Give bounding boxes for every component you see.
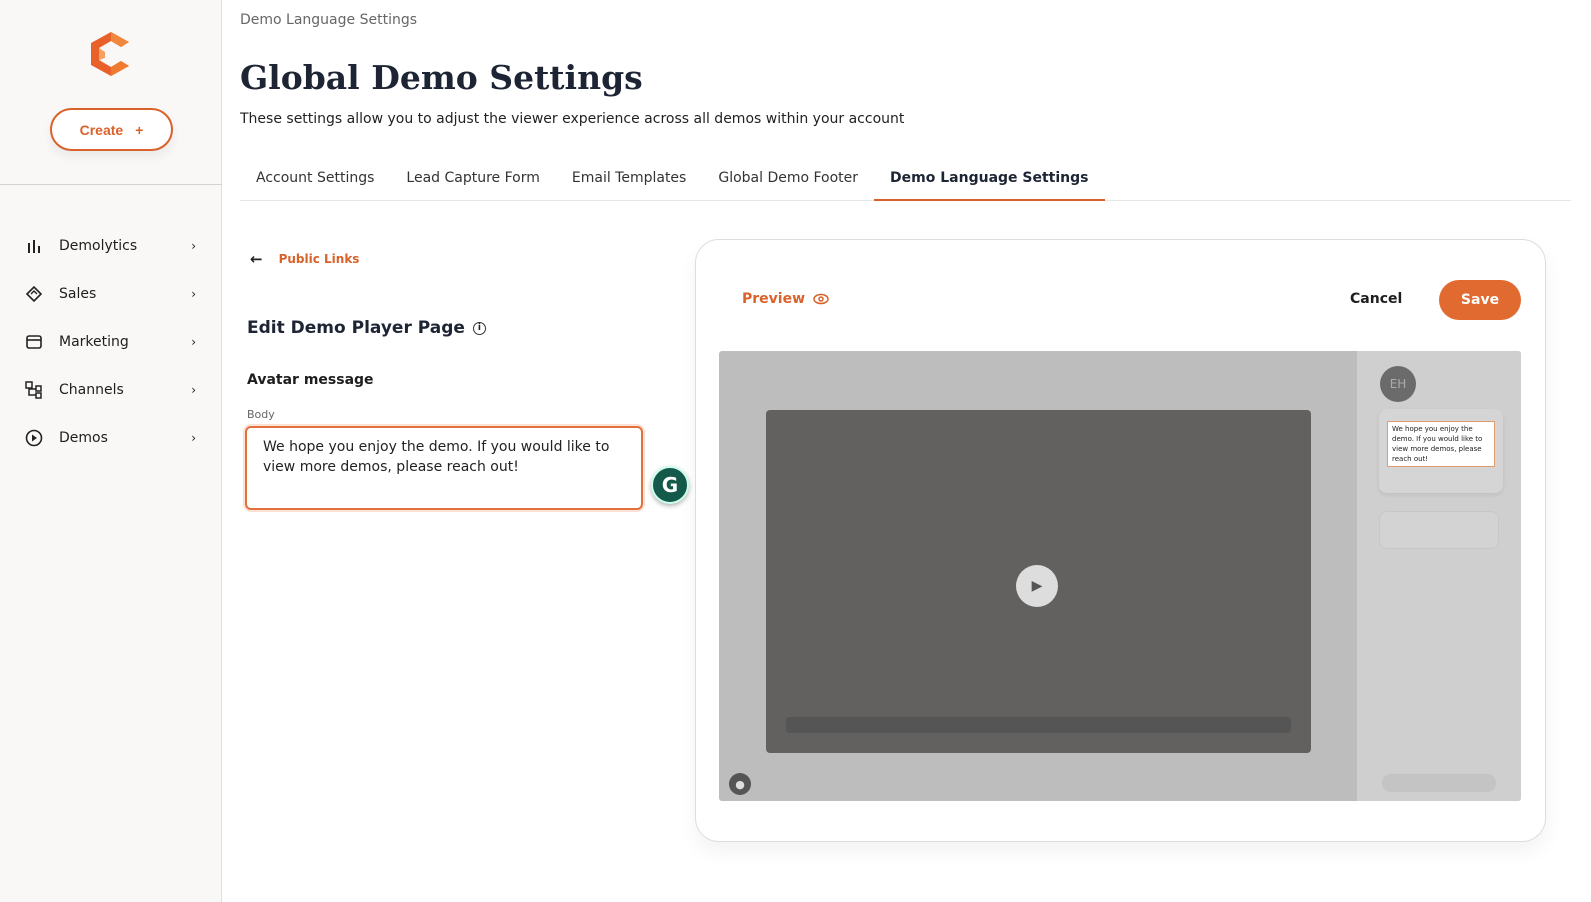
message-bubble: We hope you enjoy the demo. If you would… [1379, 409, 1503, 493]
chevron-right-icon: › [191, 431, 196, 445]
body-label: Body [247, 408, 275, 421]
preview-toggle[interactable]: Preview [742, 291, 829, 307]
avatar-panel: EH We hope you enjoy the demo. If you wo… [1357, 351, 1521, 801]
avatar-message-preview: We hope you enjoy the demo. If you would… [1387, 421, 1495, 467]
back-link[interactable]: ← Public Links [250, 250, 359, 268]
sidebar-item-demolytics[interactable]: Demolytics › [0, 222, 222, 270]
tab-email-templates[interactable]: Email Templates [556, 160, 702, 201]
sidebar-item-demos[interactable]: Demos › [0, 414, 222, 462]
create-button[interactable]: Create + [50, 108, 173, 151]
arrow-left-icon: ← [250, 250, 263, 268]
demo-player-preview: ▶ EH We hope you enjoy the demo. If you … [719, 351, 1521, 801]
sidebar-item-sales[interactable]: Sales › [0, 270, 222, 318]
tab-demo-language-settings[interactable]: Demo Language Settings [874, 160, 1105, 201]
sidebar-item-channels[interactable]: Channels › [0, 366, 222, 414]
eye-icon [813, 293, 829, 305]
info-icon[interactable]: i [472, 321, 486, 335]
video-controls [786, 717, 1291, 733]
chevron-right-icon: › [191, 383, 196, 397]
avatar-message-heading: Avatar message [247, 372, 374, 388]
plus-icon: + [135, 121, 144, 138]
preview-card: Preview Cancel Save ▶ EH We hope you enj… [695, 239, 1546, 842]
play-icon: ▶ [1016, 565, 1058, 607]
video-card [1379, 511, 1499, 549]
chevron-right-icon: › [191, 335, 196, 349]
video-frame: ▶ [766, 410, 1311, 753]
save-button[interactable]: Save [1439, 280, 1521, 320]
app-logo [91, 32, 129, 76]
sidebar-item-marketing[interactable]: Marketing › [0, 318, 222, 366]
body-textarea[interactable]: We hope you enjoy the demo. If you would… [245, 426, 643, 510]
channels-icon [25, 381, 43, 399]
continue-pill [1382, 774, 1496, 792]
cancel-button[interactable]: Cancel [1350, 291, 1402, 307]
cookie-icon: ● [729, 773, 751, 795]
tab-account-settings[interactable]: Account Settings [240, 160, 390, 201]
storefront-icon [25, 333, 43, 351]
page-title: Global Demo Settings [240, 58, 643, 97]
grammarly-icon[interactable]: G [651, 466, 689, 504]
tab-lead-capture-form[interactable]: Lead Capture Form [390, 160, 555, 201]
bar-chart-icon [25, 237, 43, 255]
section-heading: Edit Demo Player Page i [247, 318, 486, 338]
sidebar: Create + Demolytics › Sales › Marketing › Ch… [0, 0, 222, 902]
chevron-right-icon: › [191, 287, 196, 301]
play-circle-icon [25, 429, 43, 447]
tab-global-demo-footer[interactable]: Global Demo Footer [702, 160, 874, 201]
breadcrumb: Demo Language Settings [240, 12, 418, 28]
avatar: EH [1380, 366, 1416, 402]
divider [0, 184, 222, 185]
chevron-right-icon: › [191, 239, 196, 253]
page-subtitle: These settings allow you to adjust the v… [240, 111, 905, 127]
settings-tabs: Account Settings Lead Capture Form Email… [240, 160, 1571, 201]
handshake-icon [25, 285, 43, 303]
